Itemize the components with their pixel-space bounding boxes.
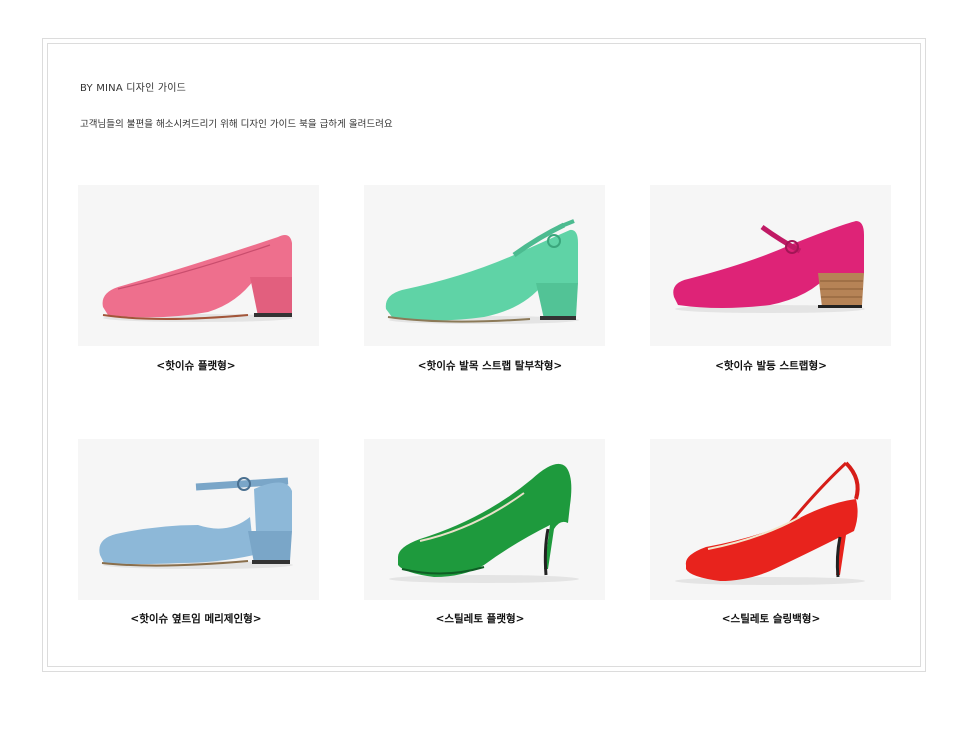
red-slingback-illustration [675, 461, 865, 585]
page-title: BY MINA 디자인 가이드 [80, 83, 187, 94]
product-caption: <핫이슈 발목 스트랩 탈부착형> [417, 360, 563, 372]
product-caption: <스틸레토 슬링백형> [721, 613, 821, 625]
product-image-green-stiletto[interactable] [364, 439, 605, 600]
product-caption: <스틸레토 플랫형> [435, 613, 525, 625]
product-caption: <핫이슈 플랫형> [156, 360, 236, 372]
product-caption: <핫이슈 옆트임 메리제인형> [130, 613, 262, 625]
product-image-blue-dorsay[interactable] [78, 439, 319, 600]
magenta-strap-illustration [673, 221, 865, 313]
page-subtitle: 고객님들의 불편을 해소시켜드리기 위해 디자인 가이드 북을 급하게 올려드려… [80, 119, 393, 130]
mint-strap-illustration [385, 219, 579, 324]
blue-dorsay-illustration [99, 477, 293, 569]
product-image-mint-strap[interactable] [364, 185, 605, 346]
product-image-red-slingback[interactable] [650, 439, 891, 600]
product-caption: <핫이슈 발등 스트랩형> [715, 360, 827, 372]
green-stiletto-illustration [389, 463, 579, 583]
product-image-pink-pump[interactable] [78, 185, 319, 346]
pink-pump-illustration [102, 235, 293, 322]
product-image-magenta-strap[interactable] [650, 185, 891, 346]
